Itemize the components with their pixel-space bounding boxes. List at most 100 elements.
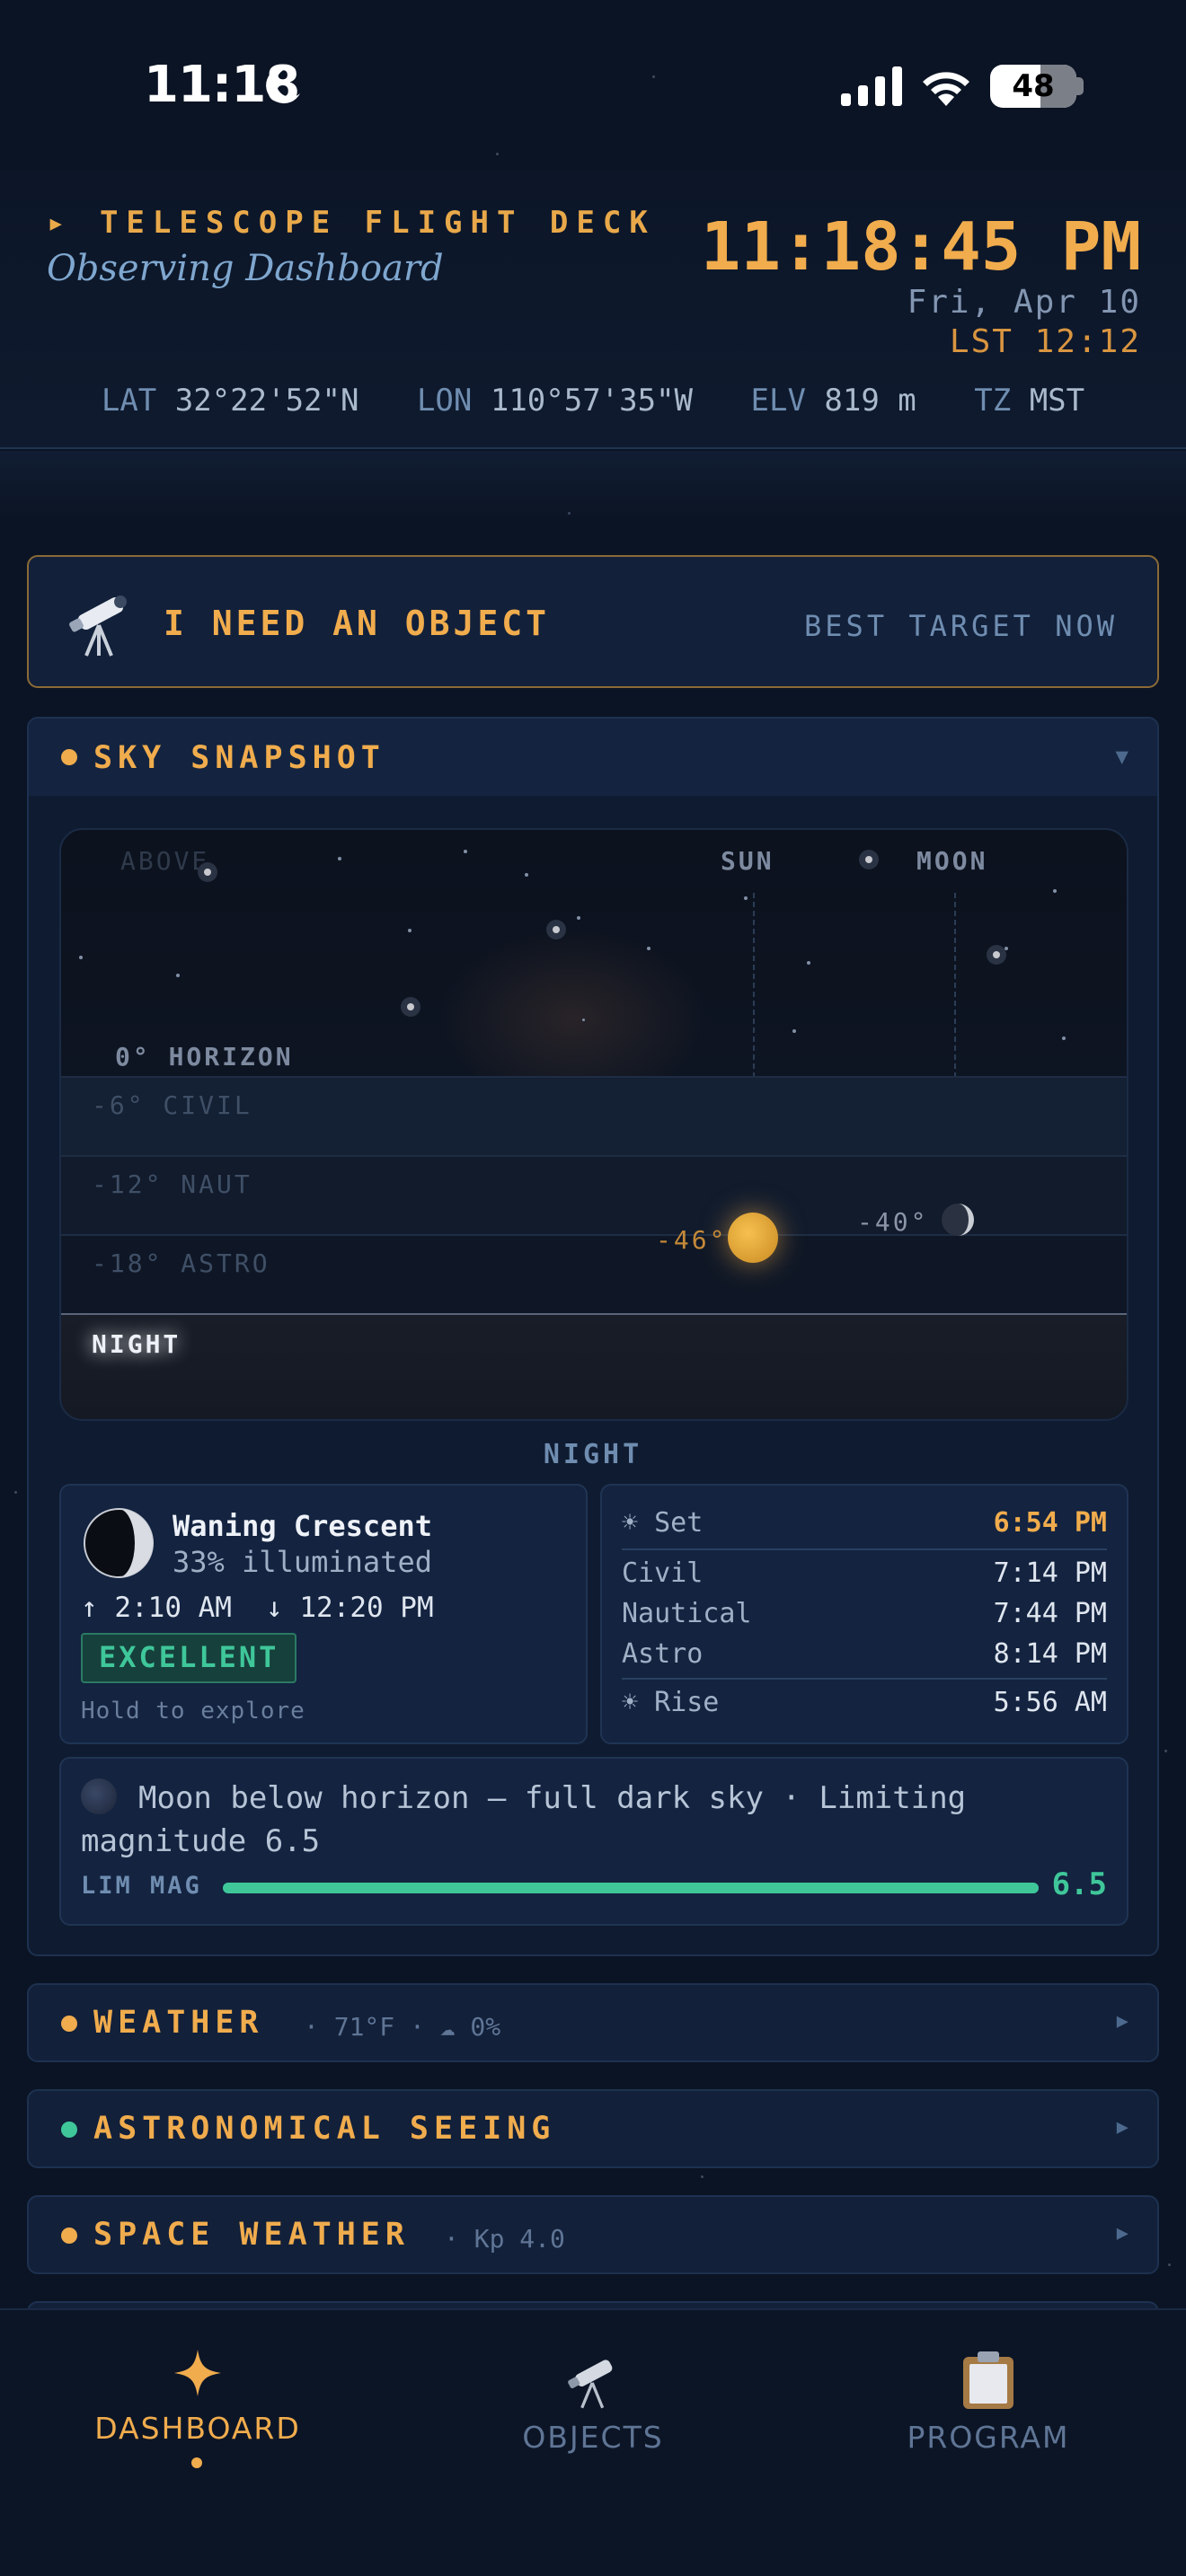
star xyxy=(1053,889,1057,893)
moon-marker-icon xyxy=(942,1204,974,1236)
sky-altitude-chart[interactable]: ABOVE SUN MOON 0° HORIZON -6° CIVIL -12°… xyxy=(59,828,1128,1421)
seeing-section[interactable]: ASTRONOMICAL SEEING ▶ xyxy=(27,2089,1159,2168)
best-target-hint: BEST TARGET NOW xyxy=(804,609,1118,643)
lat-value: 32°22'52"N xyxy=(174,383,359,419)
band-night-label: NIGHT xyxy=(92,1329,181,1359)
star xyxy=(744,896,748,900)
space-weather-section[interactable]: SPACE WEATHER · Kp 4.0 ▶ xyxy=(27,2195,1159,2274)
hold-to-explore-hint: Hold to explore xyxy=(81,1698,305,1725)
sky-snapshot-panel: SKY SNAPSHOT ▼ ABOVE SUN MOON 0° HORIZON… xyxy=(27,717,1159,1956)
chevron-right-icon: ▶ xyxy=(1116,2010,1128,2033)
battery-icon: 48 xyxy=(990,65,1076,108)
bright-star xyxy=(987,945,1006,965)
star xyxy=(176,974,180,977)
chevron-down-icon[interactable]: ▼ xyxy=(1116,744,1128,769)
sky-phase-caption: NIGHT xyxy=(543,1439,643,1470)
star xyxy=(577,916,580,920)
tab-dashboard-label: DASHBOARD xyxy=(94,2411,301,2446)
band-astro-label: -18° ASTRO xyxy=(92,1248,270,1278)
civil-twilight-label: Civil xyxy=(622,1557,704,1589)
current-date: Fri, Apr 10 xyxy=(907,284,1141,321)
lim-mag-track xyxy=(223,1883,1039,1893)
star xyxy=(807,961,810,965)
moon-column-label: MOON xyxy=(916,846,988,876)
star xyxy=(525,873,528,877)
battery-level: 48 xyxy=(1012,68,1055,104)
moon-phase-name: Waning Crescent xyxy=(173,1509,432,1543)
tab-program[interactable]: PROGRAM xyxy=(791,2310,1186,2490)
sun-altitude: -46° xyxy=(656,1225,728,1255)
tab-dashboard[interactable]: DASHBOARD xyxy=(0,2310,395,2490)
dark-sky-message: Moon below horizon — full dark sky · Lim… xyxy=(81,1780,967,1859)
clipboard-icon xyxy=(963,2351,1013,2409)
chevron-right-icon: ▶ xyxy=(1116,2222,1128,2245)
elv-label: ELV xyxy=(750,383,806,419)
app-header: ▸ TELESCOPE FLIGHT DECK Observing Dashbo… xyxy=(0,171,1186,449)
space-weather-title: SPACE WEATHER xyxy=(93,2217,410,2253)
divider xyxy=(622,1548,1107,1550)
need-object-button[interactable]: I NEED AN OBJECT BEST TARGET NOW xyxy=(27,555,1159,688)
tab-program-label: PROGRAM xyxy=(907,2420,1070,2455)
band-horizon-label: 0° HORIZON xyxy=(115,1042,294,1072)
star xyxy=(338,857,341,860)
bright-star xyxy=(198,862,217,882)
moonrise-time: ↑ 2:10 AM xyxy=(81,1592,232,1624)
seeing-title: ASTRONOMICAL SEEING xyxy=(93,2111,556,2147)
active-tab-indicator xyxy=(191,2457,202,2468)
bright-star xyxy=(401,997,420,1017)
moon-altitude: -40° xyxy=(857,1207,929,1237)
observing-rating-badge: EXCELLENT xyxy=(81,1633,297,1683)
star xyxy=(464,850,467,853)
seeing-dot xyxy=(61,2122,77,2138)
astro-twilight-label: Astro xyxy=(622,1638,704,1670)
tab-objects-label: OBJECTS xyxy=(522,2420,664,2455)
sky-snapshot-title: SKY SNAPSHOT xyxy=(93,740,385,776)
need-object-label: I NEED AN OBJECT xyxy=(164,604,551,643)
lon-label: LON xyxy=(416,383,473,419)
civil-twilight-value: 7:14 PM xyxy=(993,1557,1107,1589)
tab-bar: DASHBOARD OBJECTS PROGRAM xyxy=(0,2308,1186,2576)
sunrise-label: ☀ Rise xyxy=(622,1687,720,1718)
weather-dot xyxy=(61,2016,77,2032)
sun-column-label: SUN xyxy=(721,846,774,876)
cellular-signal-icon xyxy=(841,66,902,106)
bright-star xyxy=(859,850,879,869)
lim-mag-label: LIM MAG xyxy=(81,1872,202,1900)
weather-section[interactable]: WEATHER · 71°F · ☁ 0% ▶ xyxy=(27,1983,1159,2062)
wifi-icon xyxy=(923,72,969,106)
moon-illumination: 33% illuminated xyxy=(173,1545,432,1579)
above-label: ABOVE xyxy=(120,846,210,876)
weather-summary: · 71°F · ☁ 0% xyxy=(304,2012,501,2042)
site-coordinates: LAT 32°22'52"N LON 110°57'35"W ELV 819 m… xyxy=(0,383,1186,419)
local-sidereal-time: LST 12:12 xyxy=(949,323,1141,360)
sun-marker xyxy=(728,1213,778,1263)
chevron-right-icon: ▶ xyxy=(1116,2116,1128,2139)
moon-phase-icon xyxy=(84,1508,154,1578)
dark-sky-card: Moon below horizon — full dark sky · Lim… xyxy=(59,1757,1128,1926)
elv-value: 819 m xyxy=(824,383,916,419)
space-weather-summary: · Kp 4.0 xyxy=(444,2224,565,2254)
bright-star xyxy=(546,920,566,940)
tab-objects[interactable]: OBJECTS xyxy=(395,2310,791,2490)
band-night xyxy=(61,1313,1127,1419)
moon-phase-card[interactable]: Waning Crescent 33% illuminated ↑ 2:10 A… xyxy=(59,1484,588,1744)
header-shadow xyxy=(0,451,1186,523)
astro-twilight-value: 8:14 PM xyxy=(993,1638,1107,1670)
sunrise-value: 5:56 AM xyxy=(993,1687,1107,1718)
lon-value: 110°57'35"W xyxy=(490,383,694,419)
sky-snapshot-header[interactable]: SKY SNAPSHOT ▼ xyxy=(29,719,1157,796)
sun-times-card: ☀ Set 6:54 PM Civil 7:14 PM Nautical 7:4… xyxy=(600,1484,1128,1744)
battery-cap xyxy=(1076,77,1084,95)
local-clock: 11:18:45 PM xyxy=(700,208,1141,286)
divider xyxy=(622,1678,1107,1680)
page-title: Observing Dashboard xyxy=(47,248,444,289)
lim-mag-value: 6.5 xyxy=(1051,1866,1107,1902)
app-kicker: ▸ TELESCOPE FLIGHT DECK xyxy=(47,205,656,241)
star xyxy=(408,929,412,932)
tz-label: TZ xyxy=(974,383,1012,419)
star xyxy=(79,956,83,959)
star xyxy=(792,1029,796,1033)
star xyxy=(647,947,651,950)
band-civil-label: -6° CIVIL xyxy=(92,1090,252,1120)
lim-mag-fill xyxy=(223,1883,1039,1893)
